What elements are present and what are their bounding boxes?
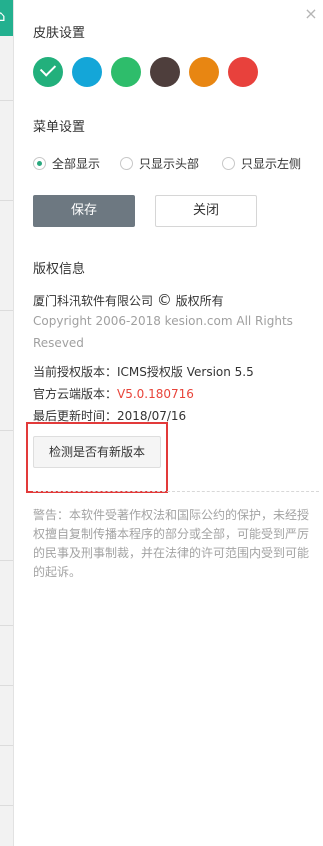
skin-swatch-green-selected[interactable] [33, 57, 63, 87]
updated-value: 2018/07/16 [117, 409, 187, 423]
updated-label: 最后更新时间： [33, 409, 118, 423]
check-icon [39, 60, 57, 77]
radio-show-left-only[interactable]: 只显示左侧 [222, 155, 301, 171]
cloud-version: 官方云端版本：V5.0.180716 [33, 385, 194, 402]
skin-swatch-blue[interactable] [72, 57, 102, 87]
license-label: 当前授权版本： [33, 365, 118, 379]
dashed-divider [33, 491, 319, 492]
cloud-label: 官方云端版本： [33, 387, 118, 401]
highlight-box [26, 422, 168, 493]
strip-divider [0, 625, 13, 626]
strip-divider [0, 200, 13, 201]
radio-dot [222, 156, 235, 170]
skin-swatch-orange[interactable] [189, 57, 219, 87]
home-tab[interactable]: ⌂ [0, 0, 13, 36]
copyright-owner: 厦门科汛软件有限公司 © 版权所有 [33, 291, 224, 309]
radio-dot [33, 156, 46, 170]
strip-divider [0, 430, 13, 431]
copyright-line-1: Copyright 2006-2018 kesion.com All Right… [33, 314, 293, 328]
radio-dot [120, 156, 133, 170]
strip-divider [0, 100, 13, 101]
strip-divider [0, 560, 13, 561]
strip-divider [0, 805, 13, 806]
save-button[interactable]: 保存 [33, 195, 135, 227]
skin-swatch-red[interactable] [228, 57, 258, 87]
radio-label: 只显示左侧 [241, 156, 302, 171]
skin-swatch-brown[interactable] [150, 57, 180, 87]
radio-label: 只显示头部 [139, 156, 200, 171]
strip-divider [0, 685, 13, 686]
license-value: ICMS授权版 Version 5.5 [117, 365, 254, 379]
company-name: 厦门科汛软件有限公司 [33, 294, 154, 308]
settings-panel: × 皮肤设置 菜单设置 全部显示 只显示头部 只显示左侧 保存 关闭 版权信息 … [14, 0, 323, 846]
copyright-warning: 警告：本软件受著作权法和国际公约的保护，未经授权擅自复制传播本程序的部分或全部，… [33, 508, 310, 579]
strip-divider [0, 745, 13, 746]
cloud-version-value: V5.0.180716 [117, 387, 194, 401]
rights-text: 版权所有 [175, 294, 224, 308]
copyright-symbol-icon: © [156, 291, 172, 309]
menu-display-options: 全部显示 只显示头部 只显示左侧 [33, 155, 323, 171]
background-sidebar-strip: ⌂ [0, 0, 14, 846]
close-button[interactable]: 关闭 [155, 195, 257, 227]
skin-settings-title: 皮肤设置 [33, 26, 86, 41]
copyright-line-2: Reseved [33, 336, 84, 350]
copyright-section-title: 版权信息 [33, 262, 86, 277]
radio-show-all[interactable]: 全部显示 [33, 155, 100, 171]
radio-label: 全部显示 [52, 156, 101, 171]
strip-divider [0, 310, 13, 311]
radio-show-header-only[interactable]: 只显示头部 [120, 155, 199, 171]
close-icon[interactable]: × [303, 6, 319, 22]
skin-swatch-light-green[interactable] [111, 57, 141, 87]
menu-settings-title: 菜单设置 [33, 120, 86, 135]
license-version: 当前授权版本：ICMS授权版 Version 5.5 [33, 363, 254, 380]
home-icon: ⌂ [0, 7, 6, 25]
